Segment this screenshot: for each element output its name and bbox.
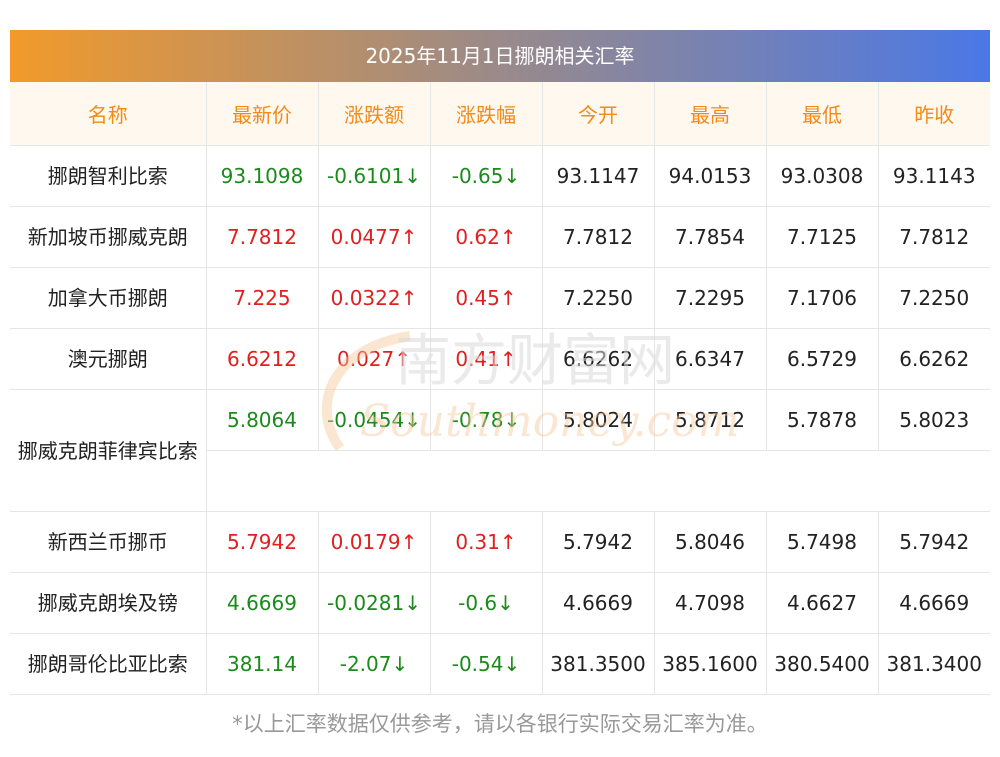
- change-pct: -0.78↓: [430, 389, 543, 451]
- table-row: 新西兰币挪币 5.7942 0.0179↑ 0.31↑ 5.7942 5.804…: [10, 511, 990, 573]
- table-title: 2025年11月1日挪朗相关汇率: [10, 30, 990, 82]
- change-pct: 0.62↑: [430, 206, 543, 268]
- pair-name: 新加坡币挪威克朗: [10, 206, 207, 268]
- latest-price: 381.14: [206, 633, 319, 695]
- high-price: 94.0153: [654, 145, 767, 207]
- header-pct: 涨跌幅: [430, 82, 543, 146]
- header-change: 涨跌额: [318, 82, 431, 146]
- rates-panel: 2025年11月1日挪朗相关汇率 名称 最新价 涨跌额 涨跌幅 今开 最高 最低…: [10, 30, 990, 695]
- header-latest: 最新价: [206, 82, 319, 146]
- latest-price: 4.6669: [206, 572, 319, 634]
- table-row: 加拿大币挪朗 7.225 0.0322↑ 0.45↑ 7.2250 7.2295…: [10, 267, 990, 329]
- low-price: 7.7125: [766, 206, 879, 268]
- prev-close: 6.6262: [878, 328, 990, 390]
- change-amount: -0.0281↓: [318, 572, 431, 634]
- table-row: 挪威克朗埃及镑 4.6669 -0.0281↓ -0.6↓ 4.6669 4.7…: [10, 572, 990, 634]
- table-row: 新加坡币挪威克朗 7.7812 0.0477↑ 0.62↑ 7.7812 7.7…: [10, 206, 990, 268]
- change-pct: -0.54↓: [430, 633, 543, 695]
- table-row: 挪朗智利比索 93.1098 -0.6101↓ -0.65↓ 93.1147 9…: [10, 145, 990, 207]
- low-price: 5.7878: [766, 389, 879, 451]
- high-price: 4.7098: [654, 572, 767, 634]
- low-price: 93.0308: [766, 145, 879, 207]
- prev-close: 5.8023: [878, 389, 990, 451]
- change-pct: -0.65↓: [430, 145, 543, 207]
- prev-close: 7.2250: [878, 267, 990, 329]
- table-row: 挪朗哥伦比亚比索 381.14 -2.07↓ -0.54↓ 381.3500 3…: [10, 633, 990, 695]
- header-name: 名称: [10, 82, 207, 146]
- header-high: 最高: [654, 82, 767, 146]
- change-pct: -0.6↓: [430, 572, 543, 634]
- open-price: 5.8024: [542, 389, 655, 451]
- pair-name: 新西兰币挪币: [10, 511, 207, 573]
- change-amount: -0.6101↓: [318, 145, 431, 207]
- latest-price: 93.1098: [206, 145, 319, 207]
- change-amount: 0.0179↑: [318, 511, 431, 573]
- high-price: 385.1600: [654, 633, 767, 695]
- open-price: 5.7942: [542, 511, 655, 573]
- prev-close: 5.7942: [878, 511, 990, 573]
- high-price: 7.2295: [654, 267, 767, 329]
- high-price: 5.8712: [654, 389, 767, 451]
- change-amount: 0.0322↑: [318, 267, 431, 329]
- table-row: 澳元挪朗 6.6212 0.027↑ 0.41↑ 6.6262 6.6347 6…: [10, 328, 990, 390]
- high-price: 7.7854: [654, 206, 767, 268]
- pair-name: 挪朗智利比索: [10, 145, 207, 207]
- latest-price: 7.225: [206, 267, 319, 329]
- open-price: 7.2250: [542, 267, 655, 329]
- empty-cell: [206, 450, 990, 512]
- low-price: 7.1706: [766, 267, 879, 329]
- latest-price: 6.6212: [206, 328, 319, 390]
- change-pct: 0.45↑: [430, 267, 543, 329]
- change-amount: 0.0477↑: [318, 206, 431, 268]
- change-amount: -2.07↓: [318, 633, 431, 695]
- open-price: 4.6669: [542, 572, 655, 634]
- pair-name: 加拿大币挪朗: [10, 267, 207, 329]
- low-price: 4.6627: [766, 572, 879, 634]
- change-pct: 0.31↑: [430, 511, 543, 573]
- pair-name: 挪威克朗埃及镑: [10, 572, 207, 634]
- header-open: 今开: [542, 82, 655, 146]
- open-price: 6.6262: [542, 328, 655, 390]
- low-price: 5.7498: [766, 511, 879, 573]
- pair-name: 挪威克朗菲律宾比索: [10, 389, 207, 512]
- latest-price: 5.7942: [206, 511, 319, 573]
- header-prev: 昨收: [878, 82, 990, 146]
- header-low: 最低: [766, 82, 879, 146]
- prev-close: 381.3400: [878, 633, 990, 695]
- prev-close: 7.7812: [878, 206, 990, 268]
- table-row: 挪威克朗菲律宾比索 5.8064 -0.0454↓ -0.78↓ 5.8024 …: [10, 389, 990, 512]
- open-price: 381.3500: [542, 633, 655, 695]
- change-amount: -0.0454↓: [318, 389, 431, 451]
- disclaimer-text: *以上汇率数据仅供参考，请以各银行实际交易汇率为准。: [232, 712, 768, 736]
- open-price: 7.7812: [542, 206, 655, 268]
- latest-price: 7.7812: [206, 206, 319, 268]
- header-row: 名称 最新价 涨跌额 涨跌幅 今开 最高 最低 昨收: [10, 82, 990, 146]
- prev-close: 4.6669: [878, 572, 990, 634]
- high-price: 6.6347: [654, 328, 767, 390]
- change-pct: 0.41↑: [430, 328, 543, 390]
- prev-close: 93.1143: [878, 145, 990, 207]
- low-price: 380.5400: [766, 633, 879, 695]
- change-amount: 0.027↑: [318, 328, 431, 390]
- latest-price: 5.8064: [206, 389, 319, 451]
- low-price: 6.5729: [766, 328, 879, 390]
- pair-name: 澳元挪朗: [10, 328, 207, 390]
- rates-table: 名称 最新价 涨跌额 涨跌幅 今开 最高 最低 昨收 挪朗智利比索 93.109…: [10, 82, 990, 695]
- pair-name: 挪朗哥伦比亚比索: [10, 633, 207, 695]
- open-price: 93.1147: [542, 145, 655, 207]
- high-price: 5.8046: [654, 511, 767, 573]
